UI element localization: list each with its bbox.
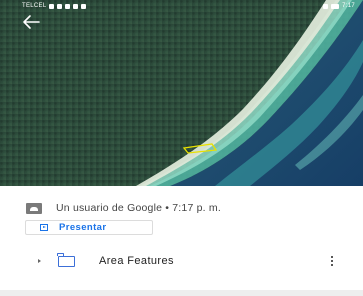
- satellite-imagery: [0, 0, 363, 186]
- notification-icon: [57, 3, 63, 9]
- status-time: 7:17: [342, 3, 355, 9]
- signal-icon: [49, 3, 55, 9]
- carrier-name: TELCEL: [22, 3, 47, 9]
- present-icon: [40, 224, 48, 231]
- info-panel: Un usuario de Google • 7:17 p. m. Presen…: [0, 186, 363, 296]
- status-bar: TELCEL 7:17: [0, 0, 363, 13]
- expand-arrow-icon[interactable]: [38, 259, 41, 263]
- account-icon: [26, 202, 42, 214]
- satellite-map[interactable]: TELCEL 7:17: [0, 0, 363, 186]
- folder-icon: [57, 253, 75, 267]
- arrow-left-icon[interactable]: [22, 14, 42, 30]
- message-icon: [81, 3, 87, 9]
- present-button-label: Presentar: [59, 222, 107, 233]
- bluetooth-icon: [323, 3, 329, 9]
- layer-item-area-features[interactable]: Area Features: [38, 253, 338, 268]
- present-button[interactable]: Presentar: [25, 220, 153, 235]
- location-icon: [73, 3, 79, 9]
- mail-icon: [65, 3, 71, 9]
- battery-icon: [331, 3, 340, 9]
- more-vert-icon[interactable]: [331, 256, 334, 266]
- author-row: Un usuario de Google • 7:17 p. m.: [26, 202, 221, 214]
- author-line: Un usuario de Google • 7:17 p. m.: [56, 202, 221, 214]
- divider: [0, 290, 363, 296]
- layer-name: Area Features: [99, 255, 174, 267]
